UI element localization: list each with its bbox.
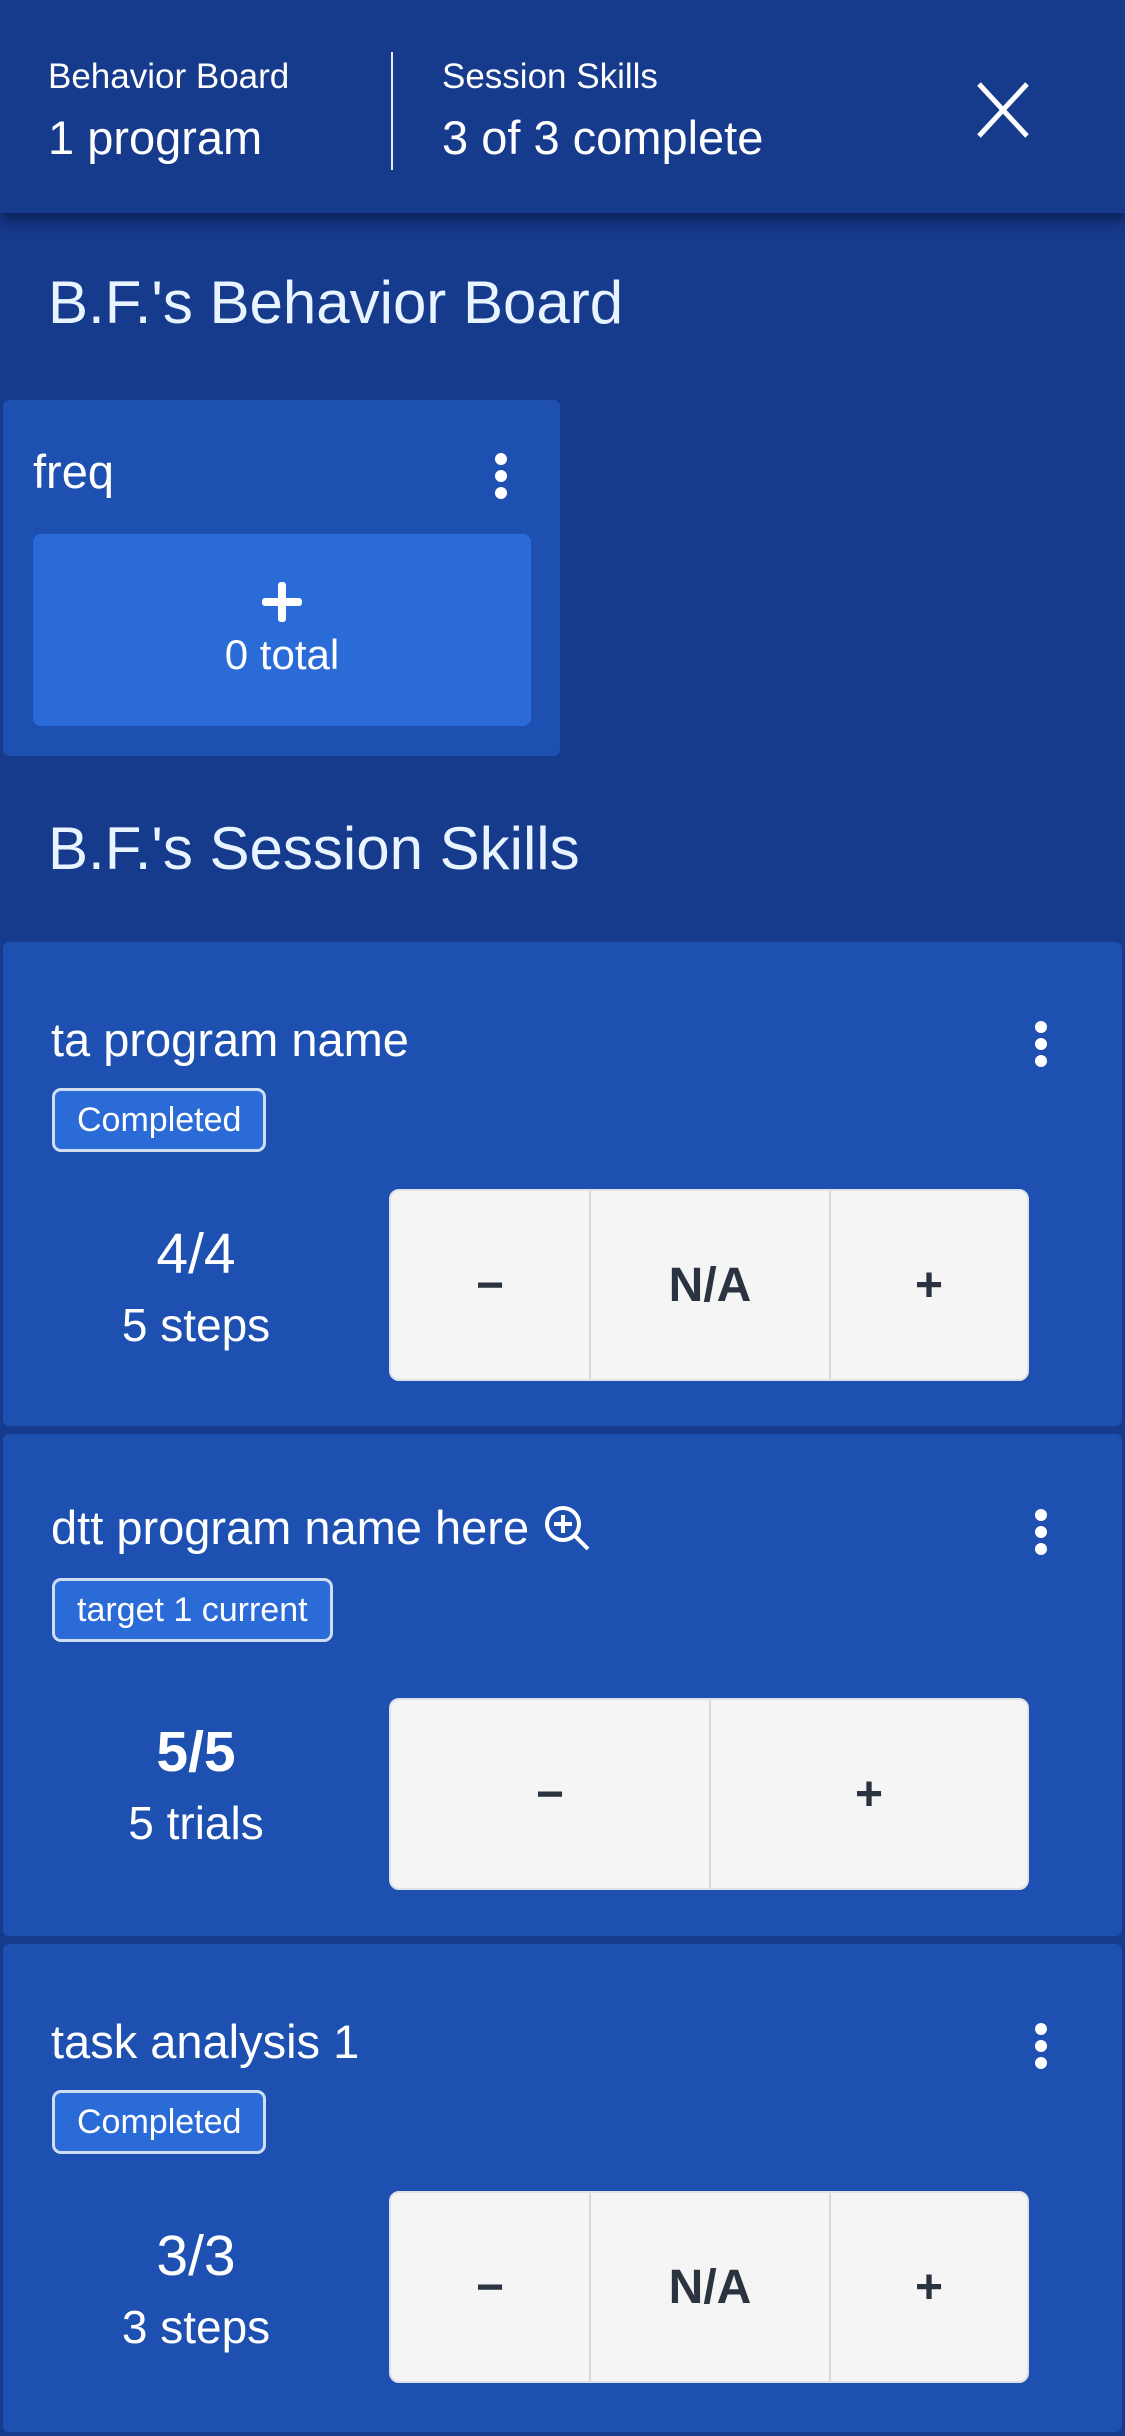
skill-progress: 4/4 5 steps: [51, 1222, 341, 1352]
skill-name-text: ta program name: [51, 1013, 409, 1066]
behavior-board-count: 1 program: [48, 111, 263, 164]
not-applicable-button[interactable]: N/A: [589, 2193, 829, 2381]
skill-card: task analysis 1 Completed 3/3 3 steps − …: [3, 1944, 1122, 2432]
progress-label: 5 trials: [128, 1797, 264, 1849]
decrement-button[interactable]: −: [391, 1191, 589, 1379]
behavior-board-label: Behavior Board: [48, 57, 290, 96]
close-button[interactable]: [968, 70, 1038, 150]
skill-name-text: dtt program name here: [51, 1501, 530, 1554]
session-summary-header: Behavior Board 1 program Session Skills …: [0, 0, 1125, 213]
skill-card: ta program name Completed 4/4 5 steps − …: [3, 942, 1122, 1426]
skill-name: dtt program name here: [51, 1500, 591, 1556]
status-badge: Completed: [52, 2090, 267, 2154]
trial-controls: − N/A +: [389, 2191, 1029, 2383]
status-badge: Completed: [52, 1088, 267, 1152]
session-skills-progress: 3 of 3 complete: [442, 111, 764, 164]
increment-button[interactable]: +: [829, 1191, 1027, 1379]
decrement-button[interactable]: −: [391, 1700, 709, 1888]
zoom-in-icon[interactable]: [543, 1504, 591, 1552]
close-x-icon: [977, 82, 1029, 138]
skill-progress: 5/5 5 trials: [51, 1720, 341, 1850]
frequency-total: 0 total: [224, 631, 340, 678]
kebab-icon[interactable]: [1021, 2016, 1061, 2076]
skill-name-text: task analysis 1: [51, 2015, 360, 2068]
increment-button[interactable]: +: [829, 2193, 1027, 2381]
behavior-card: freq 0 total: [3, 400, 560, 756]
session-skills-summary[interactable]: Session Skills 3 of 3 complete: [442, 56, 763, 166]
progress-label: 5 steps: [121, 1299, 271, 1351]
trial-controls: − +: [389, 1698, 1029, 1890]
behavior-name: freq: [33, 445, 114, 498]
session-skills-title: B.F.'s Session Skills: [48, 815, 580, 882]
header-divider: [391, 52, 393, 170]
kebab-icon[interactable]: [1021, 1014, 1061, 1074]
skill-progress: 3/3 3 steps: [51, 2224, 341, 2354]
skill-name: ta program name: [51, 1012, 409, 1068]
status-badge: target 1 current: [52, 1578, 333, 1642]
decrement-button[interactable]: −: [391, 2193, 589, 2381]
skill-name: task analysis 1: [51, 2014, 359, 2070]
kebab-icon[interactable]: [1021, 1502, 1061, 1562]
progress-label: 3 steps: [121, 2301, 271, 2353]
skill-card: dtt program name here target 1 current 5…: [3, 1434, 1122, 1936]
progress-value: 3/3: [156, 2224, 236, 2288]
session-skills-label: Session Skills: [442, 57, 658, 96]
progress-value: 5/5: [156, 1720, 236, 1784]
behavior-board-summary[interactable]: Behavior Board 1 program: [48, 56, 289, 166]
progress-value: 4/4: [156, 1222, 236, 1286]
not-applicable-button[interactable]: N/A: [589, 1191, 829, 1379]
increment-button[interactable]: +: [709, 1700, 1027, 1888]
trial-controls: − N/A +: [389, 1189, 1029, 1381]
frequency-increment-button[interactable]: 0 total: [33, 534, 531, 726]
behavior-board-title: B.F.'s Behavior Board: [48, 269, 624, 336]
plus-icon: [262, 582, 302, 622]
kebab-icon[interactable]: [481, 446, 521, 506]
